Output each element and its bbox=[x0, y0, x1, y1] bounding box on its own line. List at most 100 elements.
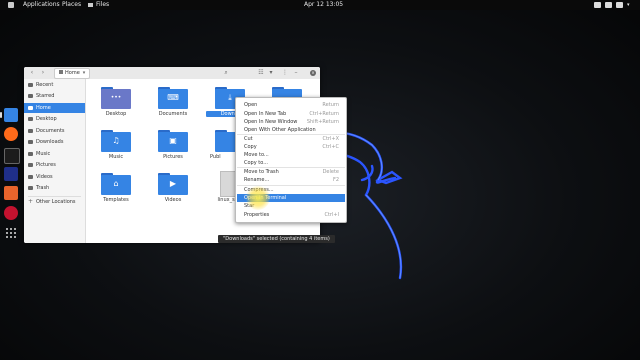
folder-documents[interactable]: ⌨ Documents bbox=[149, 83, 197, 123]
folder-desktop[interactable]: ••• Desktop bbox=[92, 83, 140, 123]
menu-item-shortcut: Delete bbox=[322, 169, 339, 175]
download-icon bbox=[28, 140, 33, 144]
trash-icon bbox=[28, 186, 33, 190]
sidebar-item-videos[interactable]: Videos bbox=[24, 172, 85, 182]
menu-item-label: Open With Other Application bbox=[244, 127, 316, 133]
menu-item-label: Open In New Tab bbox=[244, 111, 287, 117]
menu-kebab-icon[interactable]: ⋮ bbox=[282, 69, 288, 77]
sidebar: Recent Starred Home Desktop Documents Do… bbox=[24, 79, 86, 243]
running-indicator bbox=[0, 112, 2, 118]
menu-item-label: Move to Trash bbox=[244, 169, 279, 175]
folder-icon: ••• bbox=[101, 87, 131, 109]
sidebar-item-downloads[interactable]: Downloads bbox=[24, 137, 85, 147]
sidebar-item-label: Recent bbox=[36, 82, 54, 88]
path-segment-home[interactable]: Home bbox=[65, 70, 80, 76]
files-app-menu[interactable]: Files bbox=[96, 0, 109, 10]
folder-icon: ▣ bbox=[158, 130, 188, 152]
sidebar-item-home[interactable]: Home bbox=[24, 103, 85, 113]
menu-item-shortcut: Ctrl+C bbox=[322, 144, 339, 150]
file-name: Videos bbox=[164, 197, 182, 203]
applications-menu[interactable]: Applications bbox=[23, 0, 60, 10]
sidebar-item-label: Desktop bbox=[36, 116, 57, 122]
sidebar-item-trash[interactable]: Trash bbox=[24, 183, 85, 193]
sidebar-item-music[interactable]: Music bbox=[24, 149, 85, 159]
system-menu-chevron-icon[interactable]: ▾ bbox=[627, 0, 630, 10]
file-name: Templates bbox=[103, 197, 129, 203]
clock-icon bbox=[28, 83, 33, 87]
minimize-icon[interactable]: – bbox=[292, 69, 300, 77]
forward-arrow-icon[interactable]: › bbox=[39, 69, 47, 77]
sidebar-item-recent[interactable]: Recent bbox=[24, 80, 85, 90]
cherrytree-icon[interactable] bbox=[4, 206, 18, 220]
sidebar-item-label: Pictures bbox=[36, 162, 56, 168]
desktop-icon bbox=[28, 117, 33, 121]
menu-item-shortcut: Ctrl+Return bbox=[309, 111, 339, 117]
close-icon[interactable]: × bbox=[310, 70, 316, 76]
menu-item-label: Cut bbox=[244, 136, 253, 142]
sidebar-item-documents[interactable]: Documents bbox=[24, 126, 85, 136]
menu-item-label: Open bbox=[244, 102, 258, 108]
sidebar-item-other-locations[interactable]: + Other Locations bbox=[24, 197, 85, 207]
file-name: Documents bbox=[158, 111, 188, 117]
menu-item-open-in-new-tab[interactable]: Open In New Tab Ctrl+Return bbox=[237, 110, 345, 118]
show-apps-icon[interactable] bbox=[6, 228, 16, 238]
activities-icon[interactable] bbox=[8, 2, 14, 8]
path-bar[interactable]: Home ▾ bbox=[54, 68, 91, 79]
view-chevron-icon[interactable]: ▾ bbox=[268, 69, 274, 77]
back-arrow-icon[interactable]: ‹ bbox=[28, 69, 36, 77]
folder-music[interactable]: ♫ Music bbox=[92, 126, 140, 166]
menu-item-label: Copy to... bbox=[244, 160, 268, 166]
files-dock-icon[interactable] bbox=[4, 108, 18, 122]
burpsuite-icon[interactable] bbox=[4, 186, 18, 200]
videos-icon bbox=[28, 175, 33, 179]
menu-item-label: Open In New Window bbox=[244, 119, 298, 125]
dock bbox=[0, 100, 22, 270]
path-menu-chevron-icon[interactable]: ▾ bbox=[83, 70, 86, 76]
folder-pictures[interactable]: ▣ Pictures bbox=[149, 126, 197, 166]
view-options-icon[interactable]: ☷ bbox=[256, 69, 266, 77]
menu-item-open-with-other-application[interactable]: Open With Other Application bbox=[237, 126, 345, 134]
menu-item-properties[interactable]: Properties Ctrl+I bbox=[237, 211, 345, 219]
documents-icon bbox=[28, 129, 33, 133]
menu-item-rename[interactable]: Rename... F2 bbox=[237, 176, 345, 184]
terminal-icon[interactable] bbox=[4, 148, 20, 164]
mouse-cursor-highlight bbox=[246, 186, 270, 210]
menu-item-copy-to[interactable]: Copy to... bbox=[237, 159, 345, 167]
menu-item-cut[interactable]: Cut Ctrl+X bbox=[237, 135, 345, 143]
menu-item-open-in-new-window[interactable]: Open In New Window Shift+Return bbox=[237, 118, 345, 126]
sidebar-item-starred[interactable]: Starred bbox=[24, 91, 85, 101]
pictures-icon bbox=[28, 163, 33, 167]
selection-status: "Downloads" selected (containing 4 items… bbox=[218, 235, 335, 243]
sidebar-item-label: Downloads bbox=[36, 139, 64, 145]
file-name: Desktop bbox=[105, 111, 127, 117]
power-icon[interactable] bbox=[616, 2, 623, 8]
folder-icon: ▶ bbox=[158, 173, 188, 195]
folder-icon: ⌂ bbox=[101, 173, 131, 195]
sidebar-item-label: Trash bbox=[36, 185, 50, 191]
folder-videos[interactable]: ▶ Videos bbox=[149, 169, 197, 209]
sidebar-item-pictures[interactable]: Pictures bbox=[24, 160, 85, 170]
clock[interactable]: Apr 12 13:05 bbox=[304, 0, 343, 10]
menu-item-move-to-trash[interactable]: Move to Trash Delete bbox=[237, 168, 345, 176]
places-menu[interactable]: Places bbox=[62, 0, 81, 10]
menu-item-shortcut: Ctrl+X bbox=[322, 136, 339, 142]
sidebar-item-label: Home bbox=[36, 105, 51, 111]
home-icon bbox=[28, 106, 33, 110]
sidebar-item-label: Documents bbox=[36, 128, 65, 134]
folder-icon: ⌨ bbox=[158, 87, 188, 109]
menu-item-label: Properties bbox=[244, 212, 270, 218]
sidebar-item-desktop[interactable]: Desktop bbox=[24, 114, 85, 124]
network-icon[interactable] bbox=[594, 2, 601, 8]
firefox-icon[interactable] bbox=[4, 127, 18, 141]
menu-item-open[interactable]: Open Return bbox=[237, 101, 345, 109]
plus-icon: + bbox=[28, 198, 34, 205]
metasploit-icon[interactable] bbox=[4, 167, 18, 181]
search-icon[interactable]: ⌕ bbox=[222, 69, 230, 77]
menu-item-copy[interactable]: Copy Ctrl+C bbox=[237, 143, 345, 151]
folder-templates[interactable]: ⌂ Templates bbox=[92, 169, 140, 209]
volume-icon[interactable] bbox=[605, 2, 612, 8]
menu-item-move-to[interactable]: Move to... bbox=[237, 151, 345, 159]
sidebar-item-label: Videos bbox=[36, 174, 53, 180]
sidebar-item-label: Starred bbox=[36, 93, 55, 99]
top-bar: Applications Places Files Apr 12 13:05 ▾ bbox=[0, 0, 640, 10]
